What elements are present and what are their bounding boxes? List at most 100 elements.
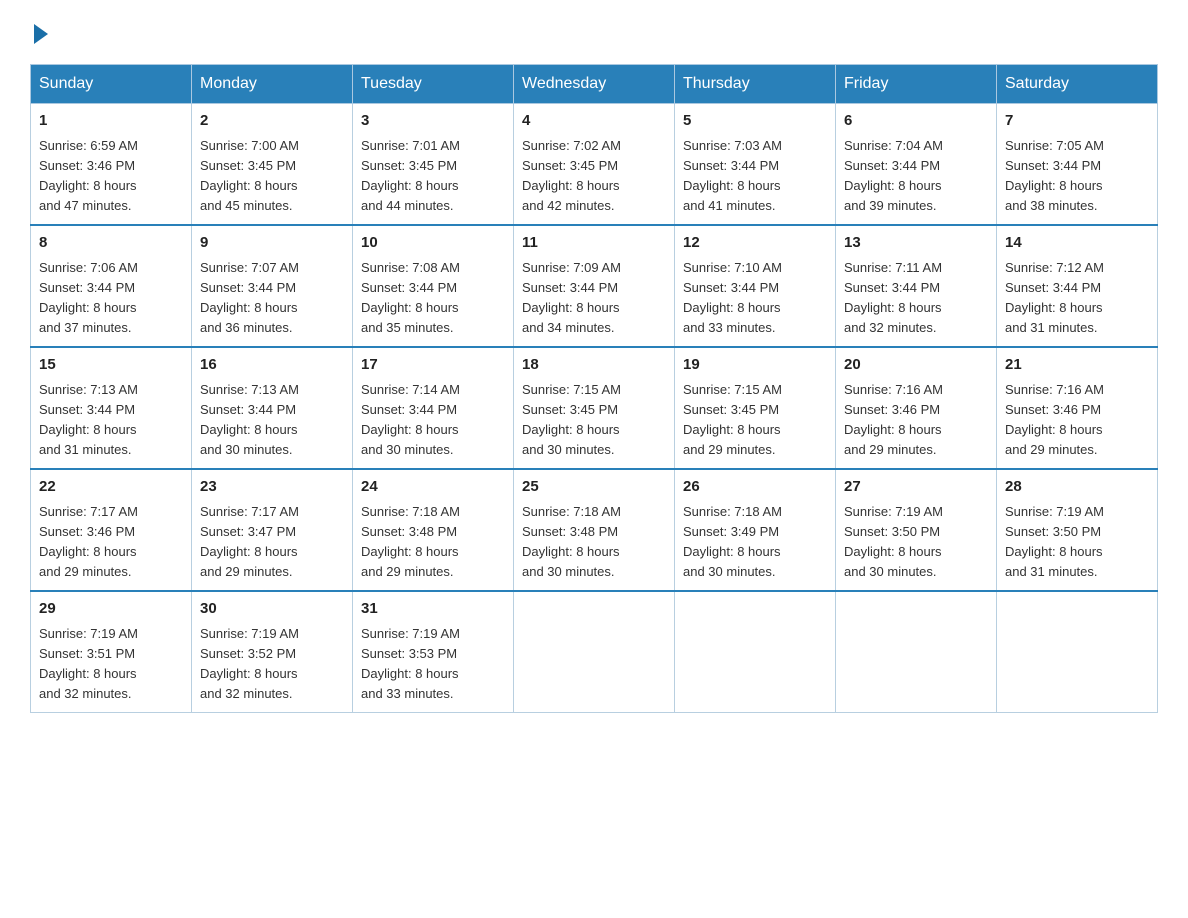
day-info: Sunrise: 7:05 AMSunset: 3:44 PMDaylight:…	[1005, 136, 1149, 217]
calendar-cell: 18 Sunrise: 7:15 AMSunset: 3:45 PMDayligh…	[514, 347, 675, 469]
calendar-cell: 4 Sunrise: 7:02 AMSunset: 3:45 PMDaylight…	[514, 104, 675, 226]
day-number: 5	[683, 110, 827, 133]
day-info: Sunrise: 7:13 AMSunset: 3:44 PMDaylight:…	[39, 380, 183, 461]
calendar-cell	[836, 591, 997, 713]
calendar-cell: 19 Sunrise: 7:15 AMSunset: 3:45 PMDayligh…	[675, 347, 836, 469]
day-info: Sunrise: 7:03 AMSunset: 3:44 PMDaylight:…	[683, 136, 827, 217]
day-number: 4	[522, 110, 666, 133]
day-number: 16	[200, 354, 344, 377]
day-number: 18	[522, 354, 666, 377]
calendar-cell: 6 Sunrise: 7:04 AMSunset: 3:44 PMDaylight…	[836, 104, 997, 226]
day-number: 12	[683, 232, 827, 255]
weekday-header-saturday: Saturday	[997, 65, 1158, 104]
calendar-cell: 30 Sunrise: 7:19 AMSunset: 3:52 PMDayligh…	[192, 591, 353, 713]
day-info: Sunrise: 7:09 AMSunset: 3:44 PMDaylight:…	[522, 258, 666, 339]
day-number: 19	[683, 354, 827, 377]
day-info: Sunrise: 7:10 AMSunset: 3:44 PMDaylight:…	[683, 258, 827, 339]
day-info: Sunrise: 7:01 AMSunset: 3:45 PMDaylight:…	[361, 136, 505, 217]
weekday-header-monday: Monday	[192, 65, 353, 104]
page-header	[30, 20, 1158, 44]
calendar-week-row: 22 Sunrise: 7:17 AMSunset: 3:46 PMDayligh…	[31, 469, 1158, 591]
day-number: 30	[200, 598, 344, 621]
calendar-cell: 25Sunrise: 7:18 AMSunset: 3:48 PMDayligh…	[514, 469, 675, 591]
day-info: Sunrise: 7:02 AMSunset: 3:45 PMDaylight:…	[522, 136, 666, 217]
calendar-cell: 31 Sunrise: 7:19 AMSunset: 3:53 PMDayligh…	[353, 591, 514, 713]
weekday-header-row: SundayMondayTuesdayWednesdayThursdayFrid…	[31, 65, 1158, 104]
day-info: Sunrise: 7:19 AMSunset: 3:50 PMDaylight:…	[844, 502, 988, 583]
calendar-cell: 22 Sunrise: 7:17 AMSunset: 3:46 PMDayligh…	[31, 469, 192, 591]
day-number: 26	[683, 476, 827, 499]
day-number: 10	[361, 232, 505, 255]
calendar-cell: 8Sunrise: 7:06 AMSunset: 3:44 PMDaylight…	[31, 225, 192, 347]
calendar-cell: 1Sunrise: 6:59 AMSunset: 3:46 PMDaylight…	[31, 104, 192, 226]
calendar-cell: 14Sunrise: 7:12 AMSunset: 3:44 PMDayligh…	[997, 225, 1158, 347]
day-info: Sunrise: 7:04 AMSunset: 3:44 PMDaylight:…	[844, 136, 988, 217]
weekday-header-thursday: Thursday	[675, 65, 836, 104]
calendar-cell: 16 Sunrise: 7:13 AMSunset: 3:44 PMDayligh…	[192, 347, 353, 469]
day-info: Sunrise: 7:00 AMSunset: 3:45 PMDaylight:…	[200, 136, 344, 217]
day-info: Sunrise: 7:19 AMSunset: 3:50 PMDaylight:…	[1005, 502, 1149, 583]
day-number: 13	[844, 232, 988, 255]
day-info: Sunrise: 7:18 AMSunset: 3:49 PMDaylight:…	[683, 502, 827, 583]
logo-arrow-icon	[34, 24, 48, 44]
calendar-cell: 5 Sunrise: 7:03 AMSunset: 3:44 PMDaylight…	[675, 104, 836, 226]
calendar-cell: 24 Sunrise: 7:18 AMSunset: 3:48 PMDayligh…	[353, 469, 514, 591]
calendar-cell: 11 Sunrise: 7:09 AMSunset: 3:44 PMDayligh…	[514, 225, 675, 347]
day-info: Sunrise: 7:19 AMSunset: 3:53 PMDaylight:…	[361, 624, 505, 705]
day-number: 9	[200, 232, 344, 255]
day-number: 14	[1005, 232, 1149, 255]
day-info: Sunrise: 7:16 AMSunset: 3:46 PMDaylight:…	[1005, 380, 1149, 461]
day-number: 24	[361, 476, 505, 499]
day-info: Sunrise: 7:11 AMSunset: 3:44 PMDaylight:…	[844, 258, 988, 339]
day-number: 28	[1005, 476, 1149, 499]
day-number: 31	[361, 598, 505, 621]
day-info: Sunrise: 7:15 AMSunset: 3:45 PMDaylight:…	[683, 380, 827, 461]
day-info: Sunrise: 7:06 AMSunset: 3:44 PMDaylight:…	[39, 258, 183, 339]
calendar-cell: 15 Sunrise: 7:13 AMSunset: 3:44 PMDayligh…	[31, 347, 192, 469]
day-info: Sunrise: 6:59 AMSunset: 3:46 PMDaylight:…	[39, 136, 183, 217]
day-number: 22	[39, 476, 183, 499]
day-info: Sunrise: 7:08 AMSunset: 3:44 PMDaylight:…	[361, 258, 505, 339]
day-number: 6	[844, 110, 988, 133]
calendar-cell: 28 Sunrise: 7:19 AMSunset: 3:50 PMDayligh…	[997, 469, 1158, 591]
day-info: Sunrise: 7:19 AMSunset: 3:52 PMDaylight:…	[200, 624, 344, 705]
calendar-cell: 2 Sunrise: 7:00 AMSunset: 3:45 PMDaylight…	[192, 104, 353, 226]
calendar-week-row: 1Sunrise: 6:59 AMSunset: 3:46 PMDaylight…	[31, 104, 1158, 226]
calendar-week-row: 8Sunrise: 7:06 AMSunset: 3:44 PMDaylight…	[31, 225, 1158, 347]
day-info: Sunrise: 7:17 AMSunset: 3:47 PMDaylight:…	[200, 502, 344, 583]
day-info: Sunrise: 7:14 AMSunset: 3:44 PMDaylight:…	[361, 380, 505, 461]
weekday-header-wednesday: Wednesday	[514, 65, 675, 104]
calendar-cell: 13 Sunrise: 7:11 AMSunset: 3:44 PMDayligh…	[836, 225, 997, 347]
calendar-cell: 23 Sunrise: 7:17 AMSunset: 3:47 PMDayligh…	[192, 469, 353, 591]
calendar-cell: 26 Sunrise: 7:18 AMSunset: 3:49 PMDayligh…	[675, 469, 836, 591]
calendar-cell	[675, 591, 836, 713]
day-info: Sunrise: 7:18 AMSunset: 3:48 PMDaylight:…	[361, 502, 505, 583]
day-info: Sunrise: 7:13 AMSunset: 3:44 PMDaylight:…	[200, 380, 344, 461]
day-info: Sunrise: 7:17 AMSunset: 3:46 PMDaylight:…	[39, 502, 183, 583]
calendar-cell: 7Sunrise: 7:05 AMSunset: 3:44 PMDaylight…	[997, 104, 1158, 226]
calendar-cell: 9Sunrise: 7:07 AMSunset: 3:44 PMDaylight…	[192, 225, 353, 347]
day-number: 27	[844, 476, 988, 499]
day-number: 15	[39, 354, 183, 377]
day-number: 23	[200, 476, 344, 499]
day-number: 3	[361, 110, 505, 133]
day-number: 11	[522, 232, 666, 255]
calendar-week-row: 15 Sunrise: 7:13 AMSunset: 3:44 PMDayligh…	[31, 347, 1158, 469]
calendar-cell: 20Sunrise: 7:16 AMSunset: 3:46 PMDayligh…	[836, 347, 997, 469]
calendar-cell: 29 Sunrise: 7:19 AMSunset: 3:51 PMDayligh…	[31, 591, 192, 713]
calendar-cell: 3 Sunrise: 7:01 AMSunset: 3:45 PMDaylight…	[353, 104, 514, 226]
calendar-week-row: 29 Sunrise: 7:19 AMSunset: 3:51 PMDayligh…	[31, 591, 1158, 713]
day-info: Sunrise: 7:16 AMSunset: 3:46 PMDaylight:…	[844, 380, 988, 461]
day-info: Sunrise: 7:15 AMSunset: 3:45 PMDaylight:…	[522, 380, 666, 461]
calendar-cell: 10 Sunrise: 7:08 AMSunset: 3:44 PMDayligh…	[353, 225, 514, 347]
calendar-table: SundayMondayTuesdayWednesdayThursdayFrid…	[30, 64, 1158, 713]
day-number: 29	[39, 598, 183, 621]
day-number: 2	[200, 110, 344, 133]
logo	[30, 20, 48, 44]
calendar-cell: 12 Sunrise: 7:10 AMSunset: 3:44 PMDayligh…	[675, 225, 836, 347]
day-info: Sunrise: 7:19 AMSunset: 3:51 PMDaylight:…	[39, 624, 183, 705]
weekday-header-sunday: Sunday	[31, 65, 192, 104]
day-number: 17	[361, 354, 505, 377]
calendar-cell: 17 Sunrise: 7:14 AMSunset: 3:44 PMDayligh…	[353, 347, 514, 469]
calendar-cell	[997, 591, 1158, 713]
